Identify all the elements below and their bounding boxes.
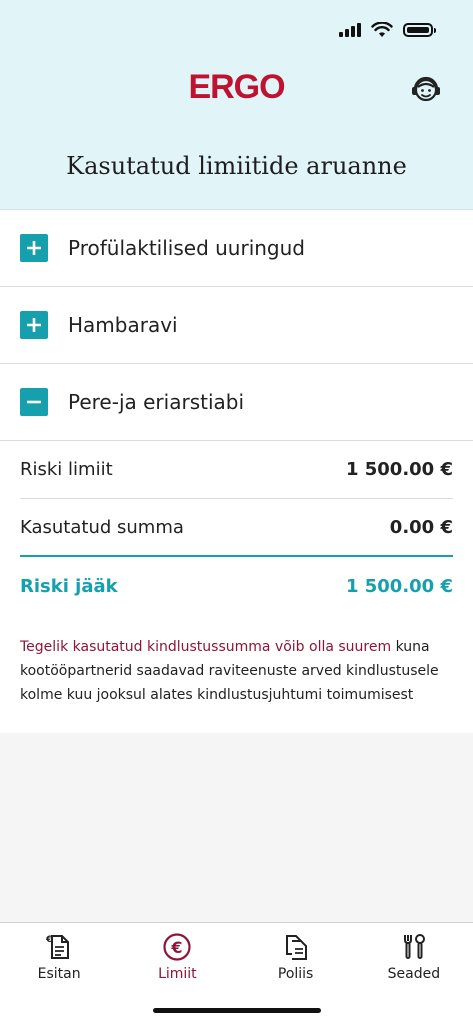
limit-row-riski-jaak: Riski jääk 1 500.00 € — [20, 557, 453, 615]
accordion-item-profulaktilised[interactable]: Profülaktilised uuringud — [0, 210, 473, 287]
limit-value: 1 500.00 € — [345, 459, 453, 480]
limit-row-kasutatud-summa: Kasutatud summa 0.00 € — [20, 499, 453, 557]
limit-label: Riski limiit — [20, 459, 113, 480]
status-bar — [339, 22, 436, 38]
svg-text:€: € — [45, 935, 52, 945]
accordion-label: Profülaktilised uuringud — [68, 236, 306, 260]
accordion-item-pere-ja-eriarstiabi[interactable]: Pere-ja eriarstiabi — [0, 364, 473, 441]
accordion-item-hambaravi[interactable]: Hambaravi — [0, 287, 473, 364]
main-content: Profülaktilised uuringud Hambaravi Pere-… — [0, 210, 473, 733]
limit-label: Kasutatud summa — [20, 516, 184, 538]
tab-label: Poliis — [277, 966, 314, 982]
tab-seaded[interactable]: Seaded — [355, 923, 473, 1024]
minus-icon[interactable] — [20, 388, 48, 416]
accordion-label: Hambaravi — [68, 313, 178, 337]
plus-icon[interactable] — [20, 234, 48, 262]
plus-icon[interactable] — [20, 311, 48, 339]
remaining-value: 1 500.00 € — [345, 575, 453, 597]
accordion-label: Pere-ja eriarstiabi — [68, 390, 245, 414]
wifi-icon — [371, 22, 393, 37]
svg-text:€: € — [171, 938, 183, 957]
cellular-signal-icon — [339, 23, 361, 37]
home-indicator[interactable] — [153, 1008, 321, 1013]
limit-value: 0.00 € — [389, 516, 453, 538]
disclaimer-highlight: Tegelik kasutatud kindlustussumma võib o… — [20, 639, 392, 655]
support-agent-icon[interactable] — [409, 72, 443, 106]
tab-esitan[interactable]: € Esitan — [0, 923, 118, 1024]
tools-icon — [403, 934, 425, 959]
tab-label: Seaded — [387, 966, 441, 982]
tab-label: Limiit — [158, 966, 197, 982]
disclaimer-note: Tegelik kasutatud kindlustussumma võib o… — [0, 615, 473, 707]
page-title: Kasutatud limiitide aruanne — [66, 152, 407, 180]
euro-circle-icon: € — [163, 933, 191, 961]
limits-table: Riski limiit 1 500.00 € Kasutatud summa … — [0, 441, 473, 615]
tab-label: Esitan — [37, 966, 81, 982]
remaining-label: Riski jääk — [20, 575, 118, 597]
battery-icon — [403, 23, 436, 37]
header: ERGO Kasutatud limiitide aruanne — [0, 0, 473, 210]
ergo-logo[interactable]: ERGO — [0, 68, 473, 107]
limit-row-riski-limiit: Riski limiit 1 500.00 € — [20, 441, 453, 499]
document-euro-icon: € — [45, 935, 70, 959]
documents-icon — [285, 935, 307, 960]
